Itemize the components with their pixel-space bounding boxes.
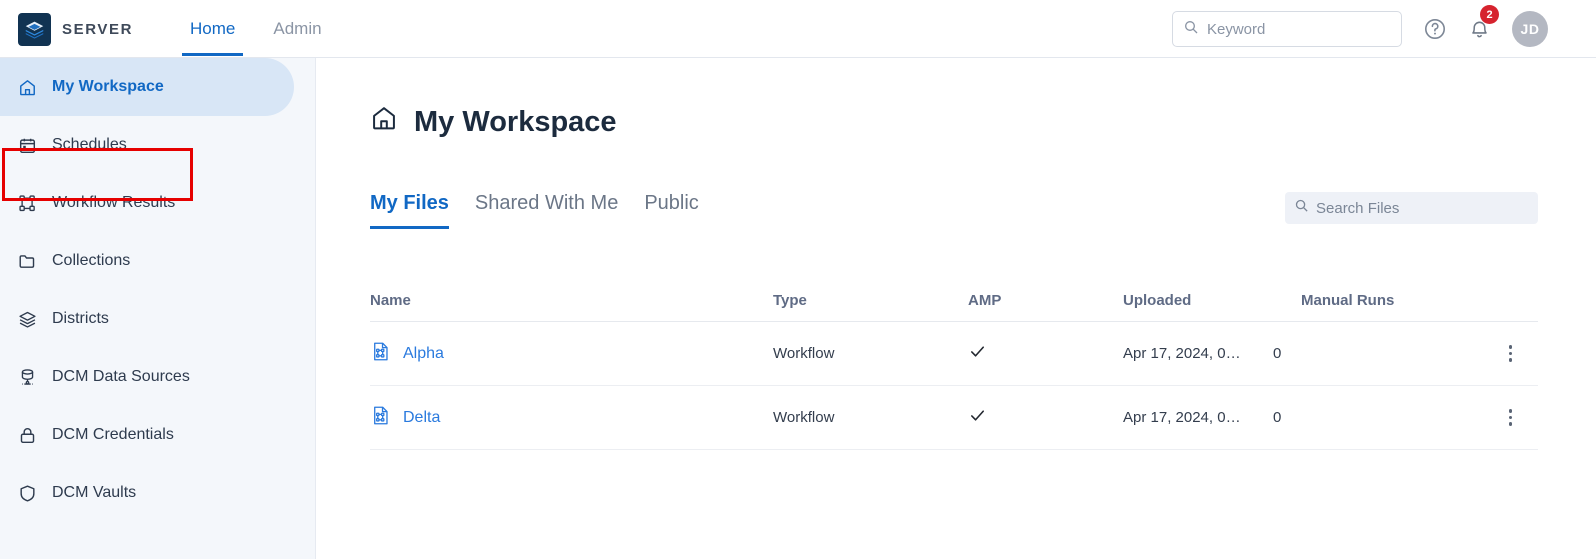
workflow-file-icon <box>370 341 391 366</box>
column-header-uploaded[interactable]: Uploaded <box>1123 292 1301 309</box>
file-tabs: My Files Shared With Me Public <box>370 192 699 229</box>
workflow-icon <box>16 194 38 213</box>
lock-icon <box>16 426 38 445</box>
page-title: My Workspace <box>370 104 617 140</box>
folder-icon <box>16 252 38 271</box>
column-header-amp[interactable]: AMP <box>968 292 1123 309</box>
sidebar-item-my-workspace-label: My Workspace <box>52 78 164 95</box>
layers-icon <box>16 310 38 329</box>
kebab-menu-icon[interactable] <box>1505 405 1517 430</box>
file-type-cell: Workflow <box>773 345 835 362</box>
page-title-text: My Workspace <box>414 105 617 138</box>
sidebar-item-my-workspace[interactable]: My Workspace <box>0 58 294 116</box>
file-manual-runs-cell: 0 <box>1273 345 1282 362</box>
database-icon <box>16 368 38 387</box>
search-icon <box>1294 198 1309 218</box>
column-header-manual-runs[interactable]: Manual Runs <box>1301 292 1491 309</box>
nav-item-home-label: Home <box>190 19 236 38</box>
column-header-type[interactable]: Type <box>773 292 968 309</box>
sidebar-item-dcm-vaults[interactable]: DCM Vaults <box>0 464 315 522</box>
file-uploaded-cell: Apr 17, 2024, 0… <box>1123 345 1241 362</box>
tab-shared-with-me-label: Shared With Me <box>474 192 619 214</box>
home-icon <box>370 104 398 140</box>
top-header-bar: SERVER Home Admin Keyword 2 JD <box>0 0 1596 58</box>
file-amp-cell <box>968 406 1123 429</box>
sidebar-item-dcm-data-sources-label: DCM Data Sources <box>52 368 190 385</box>
tab-shared-with-me[interactable]: Shared With Me <box>475 192 618 229</box>
file-manual-runs-cell: 0 <box>1273 409 1282 426</box>
file-actions-cell <box>1463 405 1538 430</box>
tab-public-label: Public <box>644 192 699 214</box>
sidebar-item-schedules[interactable]: Schedules <box>0 116 315 174</box>
table-row[interactable]: Delta Workflow Apr 17, 2024, 0… 0 <box>370 386 1538 450</box>
tab-public[interactable]: Public <box>644 192 698 229</box>
check-icon <box>971 346 984 357</box>
app-root: SERVER Home Admin Keyword 2 JD My Worksp… <box>0 0 1596 559</box>
file-type-cell: Workflow <box>773 409 835 426</box>
sidebar-item-workflow-results-label: Workflow Results <box>52 194 176 211</box>
sidebar-item-districts[interactable]: Districts <box>0 290 315 348</box>
nav-item-admin[interactable]: Admin <box>265 0 329 58</box>
sidebar-item-dcm-credentials[interactable]: DCM Credentials <box>0 406 315 464</box>
column-header-name[interactable]: Name <box>370 292 773 309</box>
sidebar: My Workspace Schedules Workflow Results … <box>0 58 316 559</box>
main-content: My Workspace My Files Shared With Me Pub… <box>316 58 1596 559</box>
table-header-row: Name Type AMP Uploaded Manual Runs <box>370 280 1538 322</box>
layers-logo-icon[interactable] <box>18 13 51 46</box>
sidebar-item-workflow-results[interactable]: Workflow Results <box>0 174 315 232</box>
keyword-search-input[interactable] <box>1207 20 1387 38</box>
sidebar-item-dcm-data-sources[interactable]: DCM Data Sources <box>0 348 315 406</box>
sidebar-item-collections-label: Collections <box>52 252 131 269</box>
calendar-icon <box>16 136 38 155</box>
file-name-cell: Delta <box>370 405 773 430</box>
search-files-input[interactable] <box>1316 199 1516 217</box>
brand-name: SERVER <box>62 21 134 38</box>
tab-my-files-label: My Files <box>370 192 449 214</box>
file-name-cell: Alpha <box>370 341 773 366</box>
sidebar-item-schedules-label: Schedules <box>52 136 127 153</box>
table-row[interactable]: Alpha Workflow Apr 17, 2024, 0… 0 <box>370 322 1538 386</box>
search-files-box[interactable] <box>1285 192 1538 224</box>
nav-item-home[interactable]: Home <box>182 0 244 58</box>
sidebar-item-collections[interactable]: Collections <box>0 232 315 290</box>
notification-badge: 2 <box>1480 5 1499 24</box>
file-name-link[interactable]: Alpha <box>403 345 444 363</box>
nav-item-admin-label: Admin <box>273 19 322 38</box>
help-circle-icon[interactable] <box>1420 14 1450 44</box>
keyword-search-box[interactable] <box>1172 11 1402 47</box>
workflow-file-icon <box>370 405 391 430</box>
avatar[interactable]: JD <box>1512 11 1548 47</box>
sidebar-item-districts-label: Districts <box>52 310 109 327</box>
file-actions-cell <box>1463 341 1538 366</box>
shield-icon <box>16 484 38 503</box>
files-table: Name Type AMP Uploaded Manual Runs Alpha… <box>370 280 1538 450</box>
primary-nav: Home Admin <box>182 0 330 58</box>
tab-my-files[interactable]: My Files <box>370 192 449 229</box>
file-uploaded-cell: Apr 17, 2024, 0… <box>1123 409 1241 426</box>
home-icon <box>16 78 38 97</box>
sidebar-item-dcm-credentials-label: DCM Credentials <box>52 426 174 443</box>
file-amp-cell <box>968 342 1123 365</box>
kebab-menu-icon[interactable] <box>1505 341 1517 366</box>
check-icon <box>971 410 984 421</box>
file-name-link[interactable]: Delta <box>403 409 440 427</box>
sidebar-item-dcm-vaults-label: DCM Vaults <box>52 484 137 501</box>
search-icon <box>1183 19 1199 40</box>
